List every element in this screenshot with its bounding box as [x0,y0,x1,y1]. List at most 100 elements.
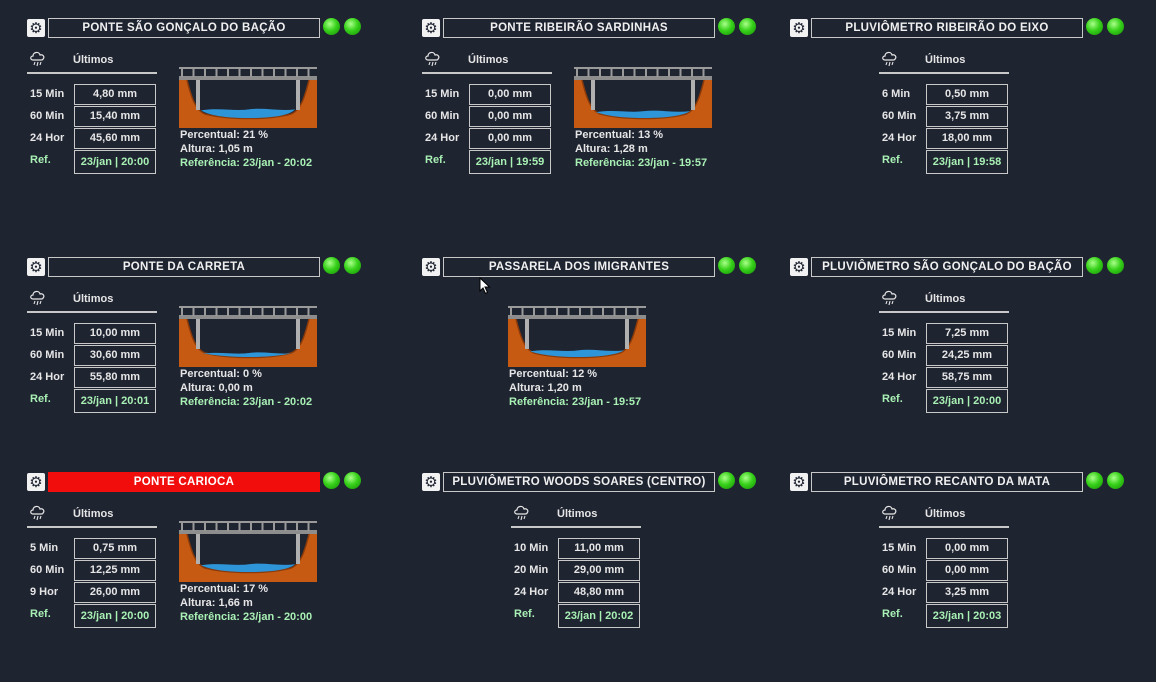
rain-period-label: 10 Min [514,542,549,554]
altura-value: 1,05 m [218,143,253,155]
gear-icon[interactable]: ⚙ [27,19,45,37]
bridge-pillar [591,80,595,110]
gear-icon[interactable]: ⚙ [790,473,808,491]
status-led-2 [1107,257,1124,274]
rain-value-field: 0,00 mm [926,560,1008,581]
station-panel: ⚙ PONTE SÃO GONÇALO DO BAÇÃO Últimos 15 Min… [27,18,377,228]
panel-header: ⚙ PLUVIÔMETRO SÃO GONÇALO DO BAÇÃO [790,257,1140,279]
rain-cloud-icon [514,505,529,521]
ref-value-field: 23/jan | 20:00 [74,150,156,174]
referencia-value: 23/jan - 20:00 [242,611,313,623]
referencia-value: 23/jan - 19:57 [571,396,642,408]
rain-value-field: 30,60 mm [74,345,156,366]
header-divider [422,72,552,74]
rain-cloud-icon [30,505,45,521]
percentual-value: 21 % [242,129,269,141]
percentual-value: 0 % [242,368,262,380]
bridge-info: Percentual: 0 % Altura: 0,00 m Referência:… [180,367,312,409]
altura-label: Altura: [575,143,611,155]
altura-label: Altura: [180,382,216,394]
status-led-1 [718,257,735,274]
status-led-2 [344,18,361,35]
rain-value-field: 0,00 mm [469,128,551,149]
rain-period-label: 60 Min [882,110,917,122]
bridge-info: Percentual: 13 % Altura: 1,28 m Referência… [575,128,707,170]
altura-label: Altura: [509,382,545,394]
percentual: Percentual: 21 % [180,128,312,142]
gear-icon[interactable]: ⚙ [27,473,45,491]
rain-row: 20 Min 29,00 mm [511,560,641,581]
status-led-1 [1086,472,1103,489]
bridge-pillar [691,80,695,110]
referencia: Referência: 23/jan - 20:00 [180,610,312,624]
gear-icon[interactable]: ⚙ [422,19,440,37]
rain-period-label: 15 Min [30,327,65,339]
station-title: PONTE CARIOCA [48,472,320,492]
percentual-label: Percentual: [180,583,240,595]
rain-cloud-icon [882,505,897,521]
panel-header: ⚙ PONTE CARIOCA [27,472,377,494]
gear-icon[interactable]: ⚙ [27,258,45,276]
rain-row: 60 Min 30,60 mm [27,345,157,366]
station-title: PLUVIÔMETRO RECANTO DA MATA [811,472,1083,492]
station-panel: ⚙ PLUVIÔMETRO WOODS SOARES (CENTRO) Último… [422,472,772,682]
rain-period-label: 24 Hor [30,132,65,144]
rain-period-label: 24 Hor [882,371,917,383]
bridge-pillar [196,80,200,110]
altura-value: 1,20 m [547,382,582,394]
panel-header: ⚙ PONTE SÃO GONÇALO DO BAÇÃO [27,18,377,40]
reference-row: Ref. 23/jan | 20:00 [27,150,157,174]
gear-icon[interactable]: ⚙ [790,258,808,276]
rain-value-field: 7,25 mm [926,323,1008,344]
status-led-2 [1107,18,1124,35]
percentual-value: 13 % [637,129,664,141]
reference-row: Ref. 23/jan | 20:01 [27,389,157,413]
rain-value-field: 4,80 mm [74,84,156,105]
rain-row: 15 Min 0,00 mm [422,84,552,105]
rain-value-field: 0,00 mm [469,84,551,105]
rain-value-field: 45,60 mm [74,128,156,149]
rain-value-field: 0,00 mm [926,538,1008,559]
rain-value-field: 11,00 mm [558,538,640,559]
station-title: PASSARELA DOS IMIGRANTES [443,257,715,277]
percentual-label: Percentual: [509,368,569,380]
gear-icon[interactable]: ⚙ [422,473,440,491]
referencia-label: Referência: [180,396,240,408]
bridge-pillar [196,534,200,564]
reference-row: Ref. 23/jan | 19:59 [422,150,552,174]
rain-period-label: 24 Hor [425,132,460,144]
ref-value-field: 23/jan | 19:58 [926,150,1008,174]
percentual-label: Percentual: [575,129,635,141]
reference-row: Ref. 23/jan | 19:58 [879,150,1009,174]
rain-row: 24 Hor 3,25 mm [879,582,1009,603]
status-led-1 [323,257,340,274]
referencia-label: Referência: [509,396,569,408]
rain-period-label: 15 Min [882,542,917,554]
ref-value-field: 23/jan | 20:00 [74,604,156,628]
bridge-level-graphic [179,520,317,582]
station-panel: ⚙ PONTE CARIOCA Últimos 5 Min 0,75 mm 60 Min 1… [27,472,377,682]
referencia-label: Referência: [180,611,240,623]
rain-row: 60 Min 24,25 mm [879,345,1009,366]
ultimos-label: Últimos [468,54,509,66]
ref-value-field: 23/jan | 20:02 [558,604,640,628]
ref-value-field: 23/jan | 20:00 [926,389,1008,413]
status-led-2 [344,257,361,274]
rain-row: 60 Min 12,25 mm [27,560,157,581]
gear-icon[interactable]: ⚙ [422,258,440,276]
rain-period-label: 20 Min [514,564,549,576]
altura: Altura: 1,05 m [180,142,312,156]
ultimos-label: Últimos [557,508,598,520]
rain-row: 10 Min 11,00 mm [511,538,641,559]
ultimos-label: Últimos [73,508,114,520]
header-divider [27,311,157,313]
gear-icon[interactable]: ⚙ [790,19,808,37]
rain-period-label: 15 Min [30,88,65,100]
referencia: Referência: 23/jan - 19:57 [575,156,707,170]
rain-row: 9 Hor 26,00 mm [27,582,157,603]
rain-row: 60 Min 0,00 mm [422,106,552,127]
bridge-pillar [296,534,300,564]
station-title: PONTE RIBEIRÃO SARDINHAS [443,18,715,38]
referencia-label: Referência: [575,157,635,169]
rain-period-label: 60 Min [425,110,460,122]
